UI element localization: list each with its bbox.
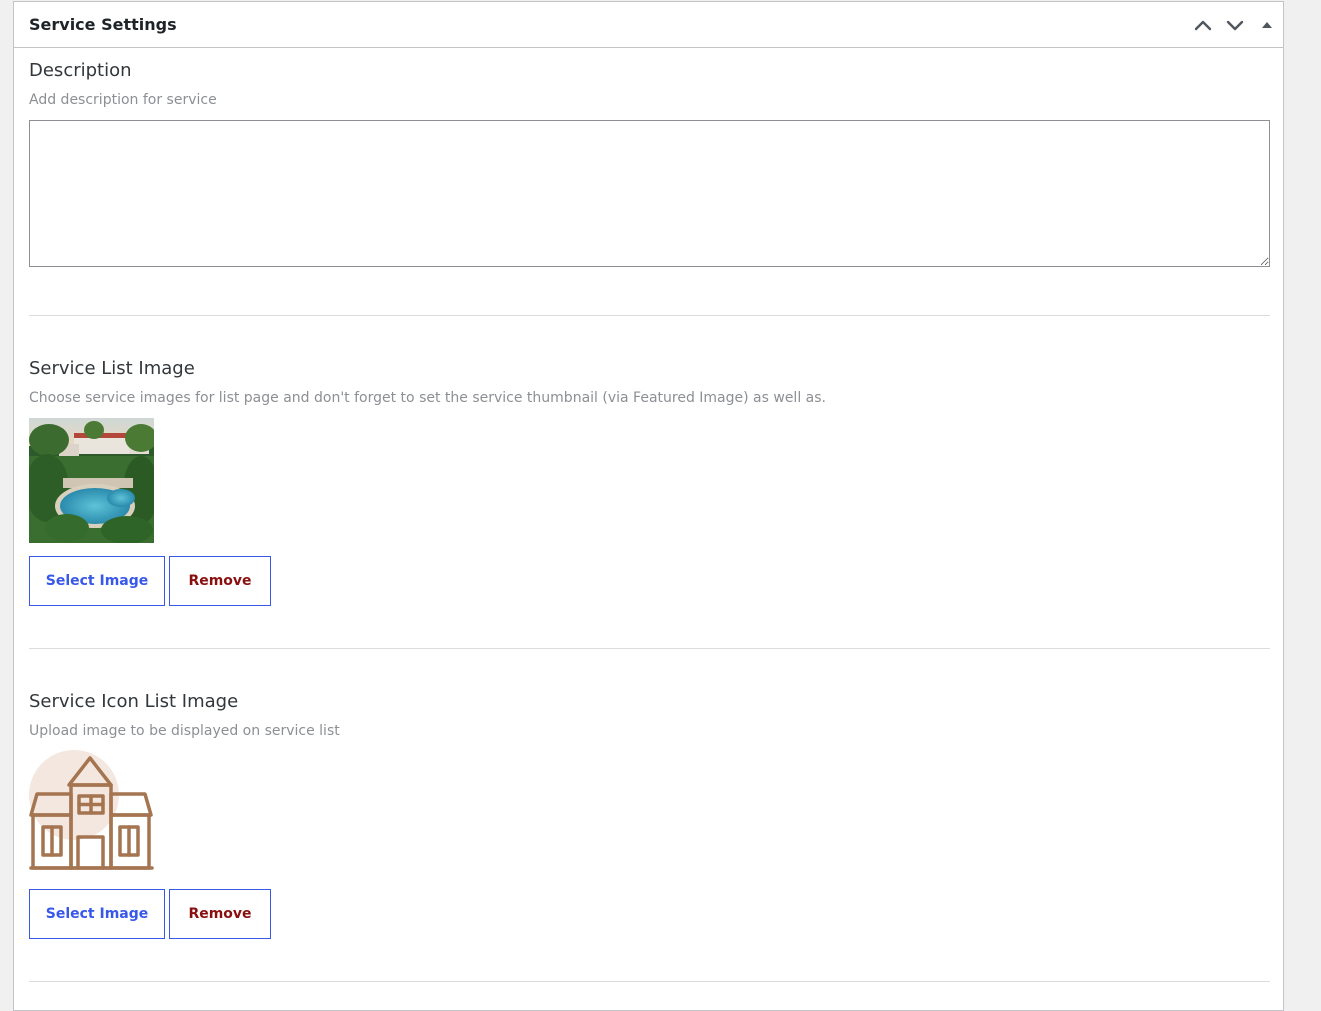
description-textarea[interactable] bbox=[29, 120, 1270, 267]
service-list-image-buttons: Select Image Remove bbox=[29, 556, 271, 606]
resort-pool-photo bbox=[29, 418, 154, 543]
section-divider bbox=[29, 315, 1270, 316]
chevron-down-icon bbox=[1226, 20, 1244, 31]
service-icon-list-image-section: Service Icon List Image Upload image to … bbox=[29, 691, 1270, 951]
metabox-title: Service Settings bbox=[29, 15, 177, 34]
move-up-button[interactable] bbox=[1187, 7, 1219, 43]
service-list-image-help: Choose service images for list page and … bbox=[29, 390, 826, 406]
metabox-header: Service Settings bbox=[14, 2, 1283, 48]
house-icon bbox=[29, 750, 154, 870]
service-icon-list-image-buttons: Select Image Remove bbox=[29, 889, 271, 939]
select-icon-image-button[interactable]: Select Image bbox=[29, 889, 165, 939]
description-section: Description Add description for service bbox=[29, 60, 1270, 270]
section-divider bbox=[29, 648, 1270, 649]
service-list-image-title: Service List Image bbox=[29, 358, 195, 379]
triangle-up-icon bbox=[1262, 22, 1272, 28]
handle-actions bbox=[1187, 2, 1283, 48]
service-icon-list-image-preview bbox=[29, 750, 154, 875]
service-list-image-section: Service List Image Choose service images… bbox=[29, 358, 1270, 618]
service-icon-list-image-title: Service Icon List Image bbox=[29, 691, 239, 712]
select-image-button[interactable]: Select Image bbox=[29, 556, 165, 606]
section-divider bbox=[29, 981, 1270, 982]
service-icon-list-image-help: Upload image to be displayed on service … bbox=[29, 723, 340, 739]
remove-icon-image-button[interactable]: Remove bbox=[169, 889, 271, 939]
chevron-up-icon bbox=[1194, 20, 1212, 31]
description-title: Description bbox=[29, 60, 132, 81]
service-settings-metabox: Service Settings Description Add descrip… bbox=[13, 1, 1284, 1011]
toggle-panel-button[interactable] bbox=[1251, 7, 1283, 43]
service-list-image-preview bbox=[29, 418, 154, 543]
remove-image-button[interactable]: Remove bbox=[169, 556, 271, 606]
description-help: Add description for service bbox=[29, 92, 217, 108]
move-down-button[interactable] bbox=[1219, 7, 1251, 43]
